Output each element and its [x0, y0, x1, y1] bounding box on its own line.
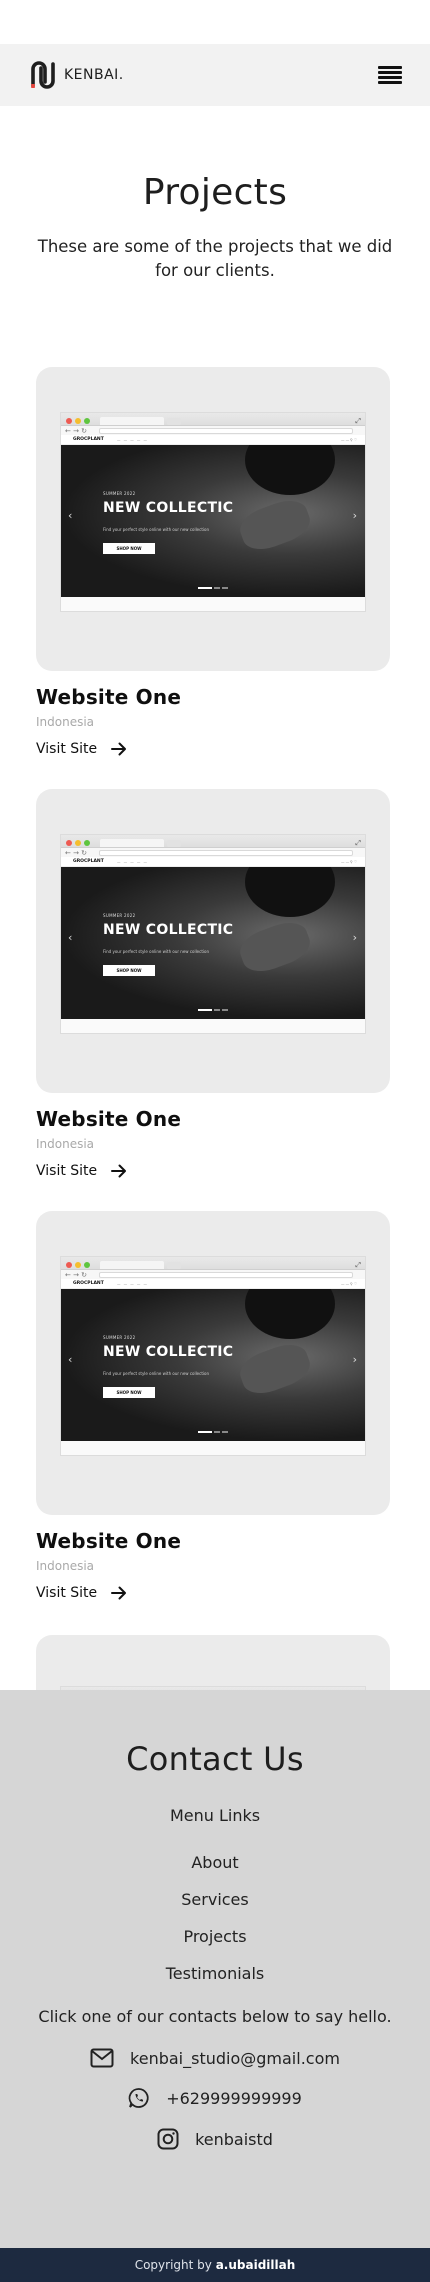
preview-season: SUMMER 2022 — [103, 912, 136, 918]
preview-tagline: Find your perfect style online with our … — [103, 1370, 210, 1376]
visit-site-link[interactable]: Visit Site — [36, 1163, 127, 1179]
site-header: KENBAI. — [0, 44, 430, 106]
contact-title: Contact Us — [126, 1740, 304, 1778]
logo-mark-icon — [31, 61, 55, 89]
browser-titlebar: ⤢ ← → ↻ — [61, 834, 365, 857]
top-spacer — [0, 0, 430, 44]
preview-headline: NEW COLLECTIC — [103, 499, 234, 516]
preview-prev-icon: ‹ — [68, 1352, 73, 1366]
instagram-text: kenbaistd — [195, 2129, 273, 2149]
instagram-link[interactable]: kenbaistd — [157, 2128, 273, 2150]
contact-section: Contact Us Menu Links About Services Pro… — [0, 1690, 430, 2248]
browser-mockup: ⤢ ← → ↻ GROCPLANT — — — — — — — ⚲ ♡ SUMM… — [61, 412, 365, 611]
project-title: Website One — [36, 1106, 182, 1131]
project-preview-card[interactable]: ⤢ ← → ↻ GROCPLANT — — — — — — — ⚲ ♡ SUMM… — [36, 788, 390, 1093]
preview-banner: SUMMER 2022 NEW COLLECTIC Find your perf… — [61, 444, 365, 597]
preview-shop-button: SHOP NOW — [103, 542, 155, 554]
project-item-3: ⤢ ← → ↻ GROCPLANT — — — — — — — ⚲ ♡ SUMM… — [36, 1210, 430, 1633]
preview-banner: SUMMER 2022 NEW COLLECTIC Find your perf… — [61, 866, 365, 1019]
preview-headline: NEW COLLECTIC — [103, 1343, 234, 1360]
project-location: Indonesia — [36, 1136, 95, 1151]
arrow-right-icon — [111, 1164, 127, 1178]
preview-headline: NEW COLLECTIC — [103, 921, 234, 938]
browser-mockup: ⤢ ← → ↻ GROCPLANT — — — — — — — ⚲ ♡ SUMM… — [61, 1256, 365, 1455]
mail-icon — [90, 2048, 114, 2068]
preview-pager — [198, 1431, 228, 1433]
copyright-author[interactable]: a.ubaidillah — [216, 2258, 296, 2272]
preview-shop-button: SHOP NOW — [103, 1386, 155, 1398]
browser-mockup: ⤢ ← → ↻ GROCPLANT — — — — — — — ⚲ ♡ SUMM… — [61, 834, 365, 1033]
preview-brand: GROCPLANT — [73, 1280, 104, 1286]
logo-text: KENBAI. — [64, 67, 124, 83]
preview-prev-icon: ‹ — [68, 508, 73, 522]
email-text: kenbai_studio@gmail.com — [130, 2048, 340, 2068]
project-preview-card[interactable]: ⤢ ← → ↻ GROCPLANT — — — — — — — ⚲ ♡ SUMM… — [36, 1210, 390, 1515]
contact-prompt: Click one of our contacts below to say h… — [38, 2007, 392, 2026]
project-preview-card[interactable]: ⤢ ← → ↻ GROCPLANT — — — — — — — ⚲ ♡ SUMM… — [36, 366, 390, 671]
preview-brand: GROCPLANT — [73, 436, 104, 442]
menu-link-services[interactable]: Services — [0, 1890, 430, 1909]
preview-site-nav: GROCPLANT — — — — — — — ⚲ ♡ — [61, 434, 365, 445]
preview-brand: GROCPLANT — [73, 858, 104, 864]
preview-prev-icon: ‹ — [68, 930, 73, 944]
menu-link-about[interactable]: About — [0, 1853, 430, 1872]
project-meta: Website One Indonesia Visit Site — [36, 1093, 430, 1211]
preview-site-nav: GROCPLANT — — — — — — — ⚲ ♡ — [61, 856, 365, 867]
instagram-icon — [157, 2128, 179, 2150]
project-meta: Website One Indonesia Visit Site — [36, 671, 430, 789]
project-title: Website One — [36, 684, 182, 709]
site-footer: Copyright by a.ubaidillah — [0, 2248, 430, 2282]
visit-site-link[interactable]: Visit Site — [36, 741, 127, 757]
email-link[interactable]: kenbai_studio@gmail.com — [90, 2048, 340, 2068]
browser-titlebar: ⤢ ← → ↻ — [61, 412, 365, 435]
browser-titlebar: ⤢ ← → ↻ — [61, 1256, 365, 1279]
visit-site-link[interactable]: Visit Site — [36, 1585, 127, 1601]
preview-banner: SUMMER 2022 NEW COLLECTIC Find your perf… — [61, 1288, 365, 1441]
menu-links: About Services Projects Testimonials — [0, 1853, 430, 1983]
whatsapp-link[interactable]: +629999999999 — [128, 2087, 302, 2109]
project-title: Website One — [36, 1528, 182, 1553]
phone-text: +629999999999 — [166, 2088, 302, 2108]
projects-list: ⤢ ← → ↻ GROCPLANT — — — — — — — ⚲ ♡ SUMM… — [0, 366, 430, 1633]
project-item-2: ⤢ ← → ↻ GROCPLANT — — — — — — — ⚲ ♡ SUMM… — [36, 788, 430, 1211]
arrow-right-icon — [111, 742, 127, 756]
whatsapp-icon — [128, 2088, 149, 2108]
preview-season: SUMMER 2022 — [103, 490, 136, 496]
preview-pager — [198, 1009, 228, 1011]
project-location: Indonesia — [36, 1558, 95, 1573]
preview-site-nav: GROCPLANT — — — — — — — ⚲ ♡ — [61, 1278, 365, 1289]
preview-next-icon: › — [352, 1352, 357, 1366]
menu-links-title: Menu Links — [169, 1806, 261, 1825]
hamburger-menu-icon[interactable] — [378, 66, 402, 84]
preview-next-icon: › — [352, 930, 357, 944]
menu-link-testimonials[interactable]: Testimonials — [0, 1964, 430, 1983]
preview-pager — [198, 587, 228, 589]
page-title: Projects — [142, 172, 288, 213]
contact-info: kenbai_studio@gmail.com +629999999999 ke… — [0, 2048, 430, 2150]
arrow-right-icon — [111, 1586, 127, 1600]
visit-site-label: Visit Site — [36, 740, 98, 757]
project-item-1: ⤢ ← → ↻ GROCPLANT — — — — — — — ⚲ ♡ SUMM… — [36, 366, 430, 789]
projects-hero: Projects These are some of the projects … — [0, 106, 430, 283]
preview-tagline: Find your perfect style online with our … — [103, 948, 210, 954]
visit-site-label: Visit Site — [36, 1584, 98, 1601]
menu-link-projects[interactable]: Projects — [0, 1927, 430, 1946]
page-subtitle: These are some of the projects that we d… — [37, 237, 393, 280]
preview-next-icon: › — [352, 508, 357, 522]
project-meta: Website One Indonesia Visit Site — [36, 1515, 430, 1633]
preview-shop-button: SHOP NOW — [103, 964, 155, 976]
copyright-prefix: Copyright by — [134, 2258, 212, 2272]
project-location: Indonesia — [36, 714, 95, 729]
preview-tagline: Find your perfect style online with our … — [103, 526, 210, 532]
logo[interactable]: KENBAI. — [30, 60, 124, 90]
visit-site-label: Visit Site — [36, 1162, 98, 1179]
preview-season: SUMMER 2022 — [103, 1334, 136, 1340]
